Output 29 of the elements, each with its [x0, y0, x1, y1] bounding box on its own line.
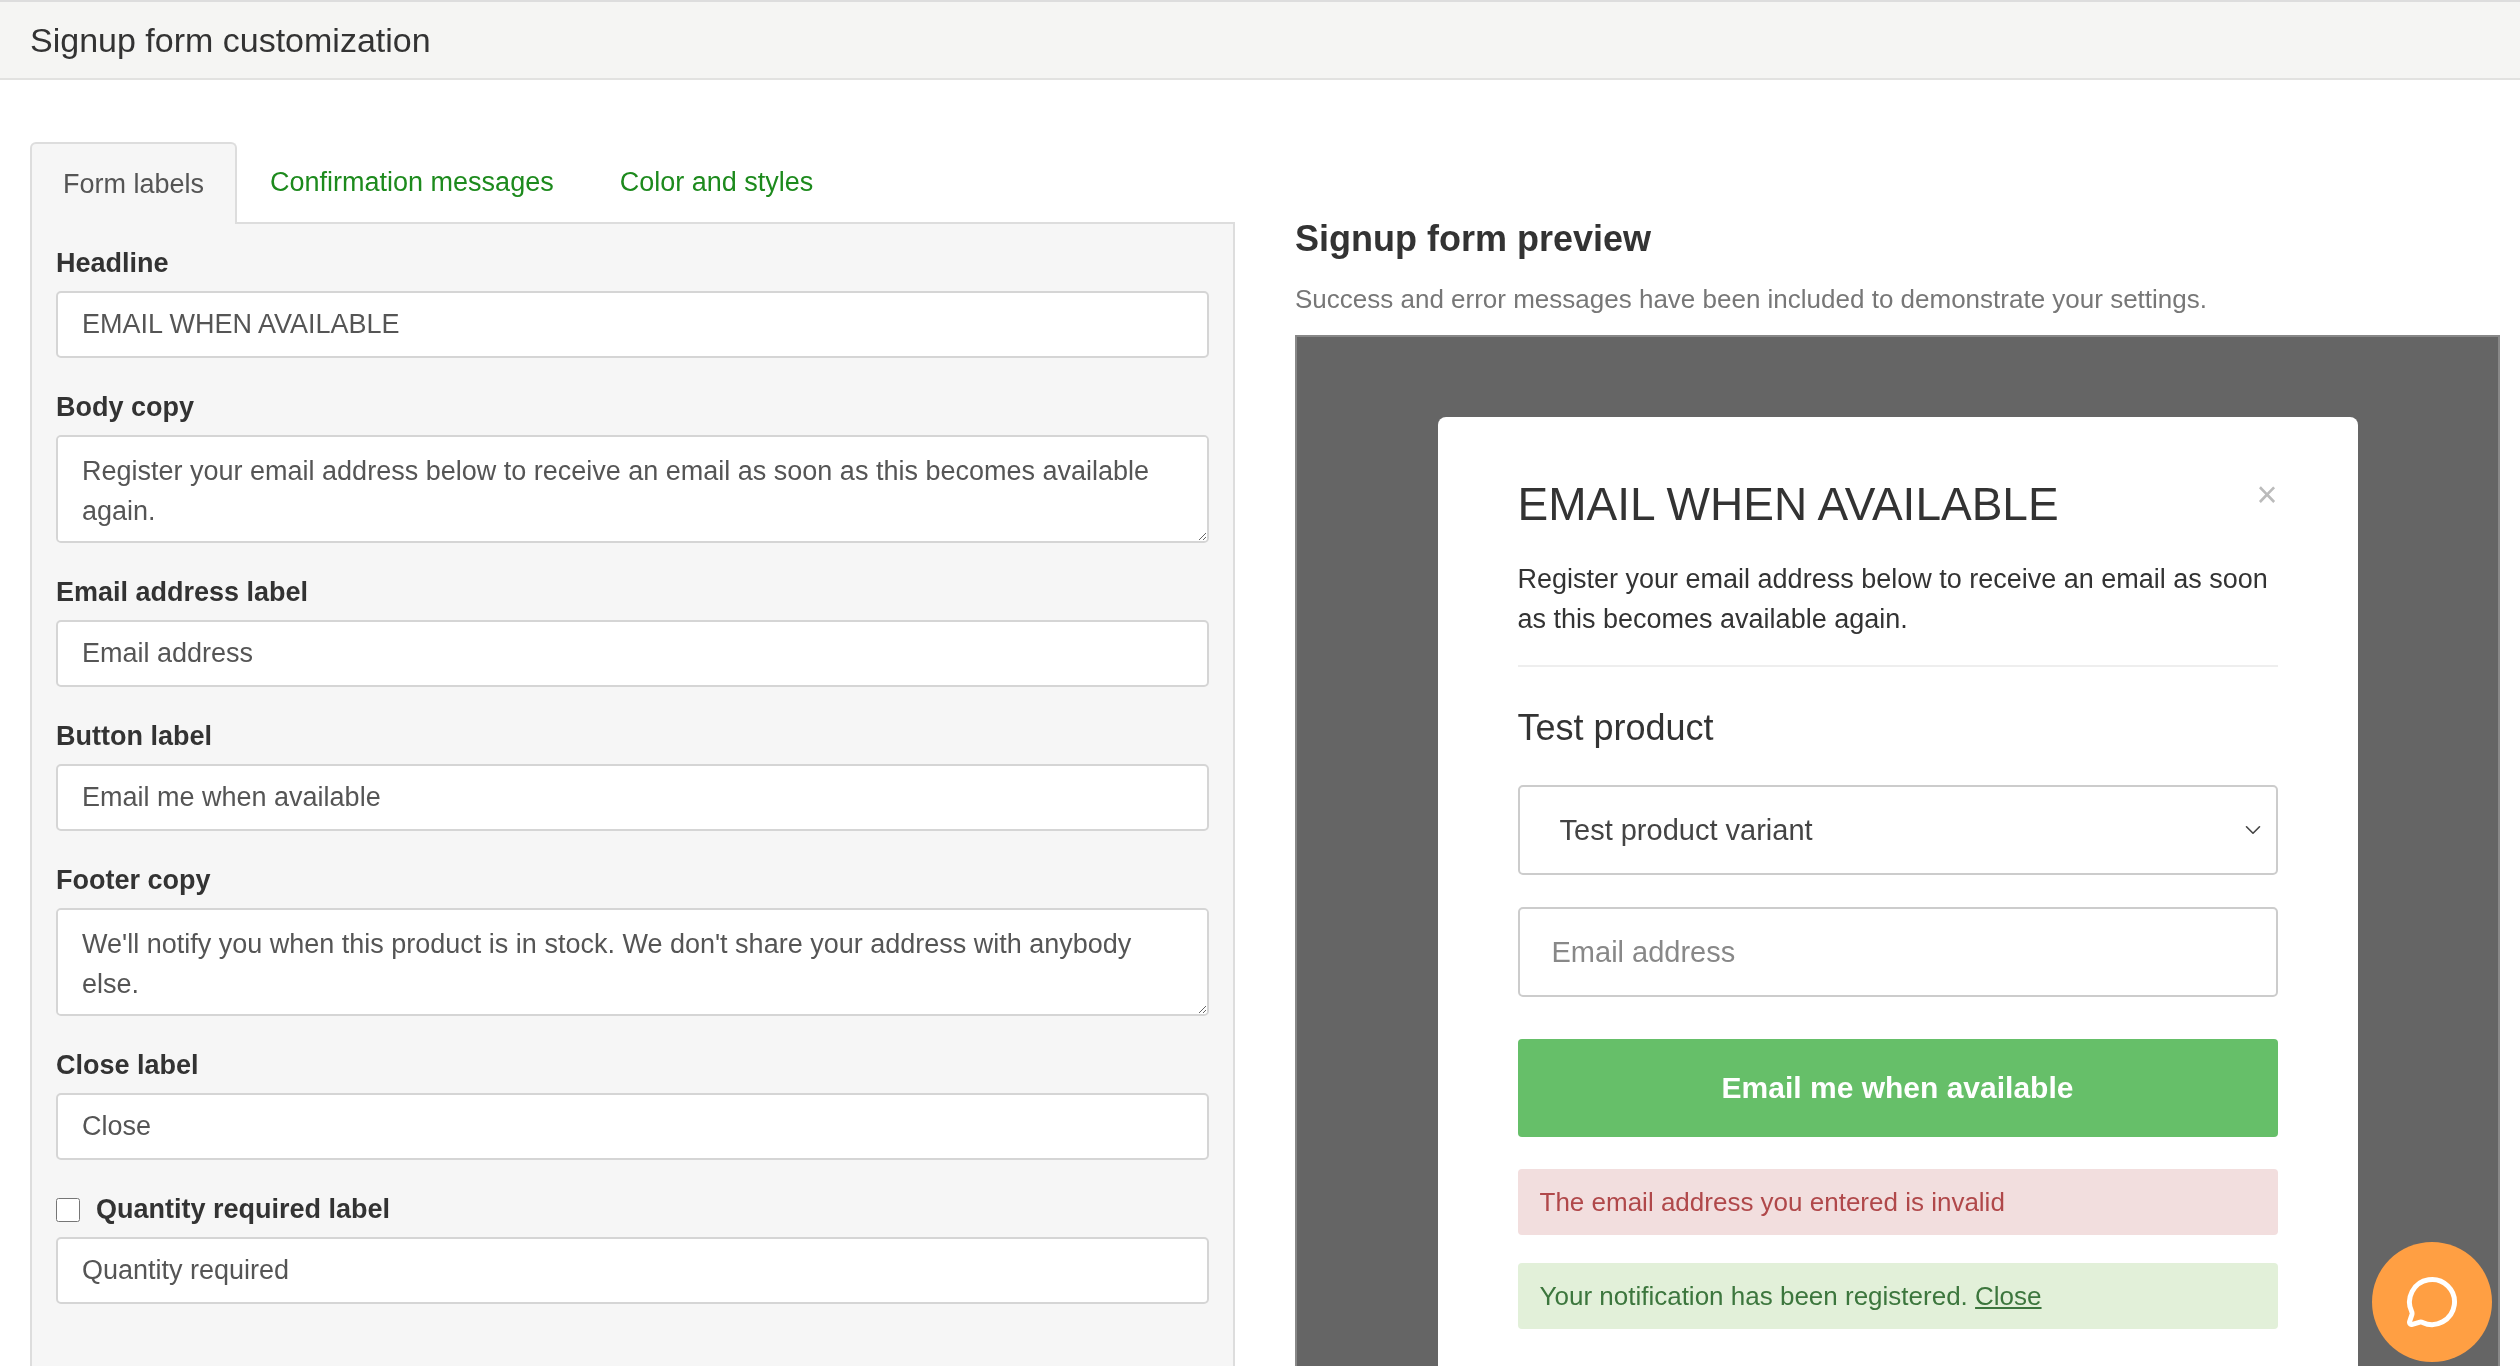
tab[interactable]: Form labels [30, 142, 238, 224]
text-field[interactable]: EMAIL WHEN AVAILABLE [56, 291, 1209, 358]
text-field[interactable]: Close [56, 1093, 1209, 1160]
text-field[interactable]: Email address [56, 620, 1209, 687]
checkbox[interactable] [56, 1197, 80, 1222]
tab[interactable]: Color and styles [586, 140, 847, 222]
modal-headline: EMAIL WHEN AVAILABLE [1517, 477, 2059, 531]
field-label: Headline [56, 248, 170, 279]
checkbox-label: Quantity required label [96, 1194, 391, 1225]
field-label: Button label [56, 721, 213, 752]
variant-select[interactable]: Test product variant [1517, 785, 2278, 875]
text-field[interactable]: Email me when available [56, 764, 1209, 831]
field-label: Footer copy [56, 865, 212, 896]
success-message: Your notification has been registered. Close [1517, 1263, 2278, 1329]
close-link[interactable]: Close [1975, 1280, 2042, 1311]
field-label: Email address label [56, 577, 310, 608]
error-message: The email address you entered is invalid [1517, 1169, 2278, 1235]
text-area[interactable]: Register your email address below to receive an email as soon as this becomes available again. [56, 435, 1209, 543]
email-field[interactable]: Email address [1517, 907, 2278, 997]
page-title: Signup form customization [30, 20, 431, 60]
preview-title: Signup form preview [1295, 218, 1653, 260]
field-label: Close label [56, 1050, 200, 1081]
field-label: Body copy [56, 392, 196, 423]
text-area[interactable]: We'll notify you when this product is in stock. We don't share your address with anybody else. [56, 908, 1209, 1016]
preview-subtitle: Success and error messages have been included to demonstrate your settings. [1295, 284, 2208, 315]
modal-body-text: Register your email address below to receive an email as soon as this becomes available again. [1517, 563, 2269, 636]
tab[interactable]: Confirmation messages [237, 140, 587, 222]
chat-bubble-icon [2405, 1275, 2459, 1329]
product-name: Test product [1517, 707, 1715, 749]
